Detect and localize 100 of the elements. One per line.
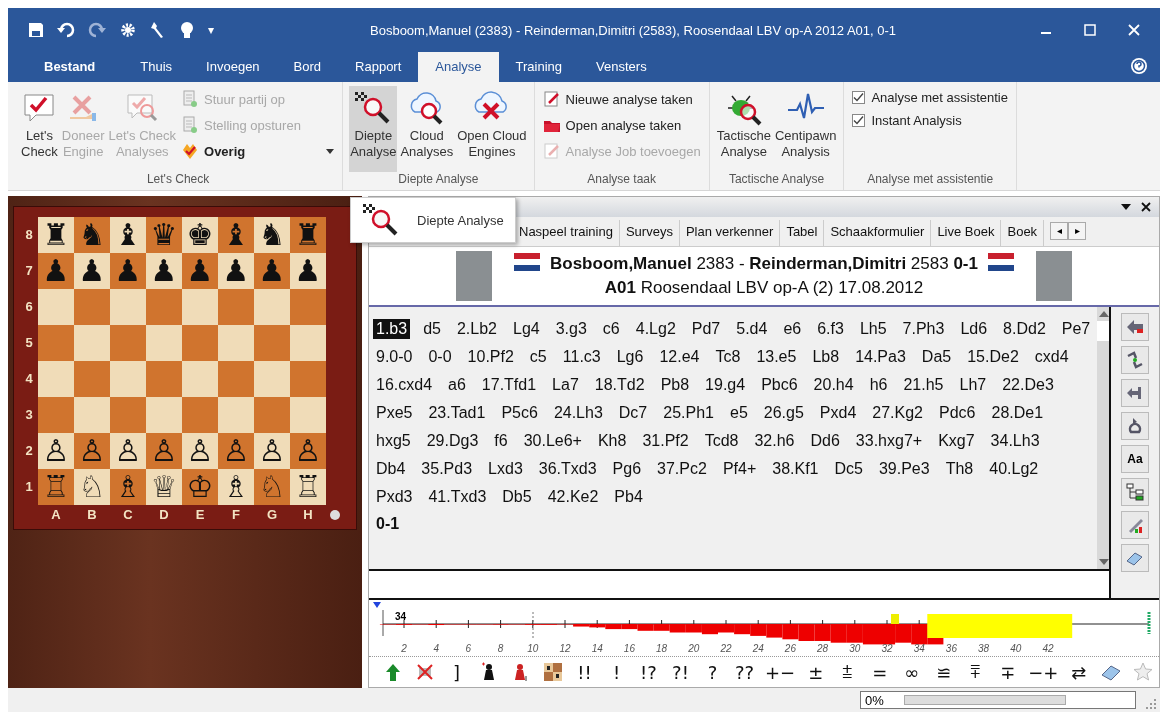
move[interactable]: 22.De3: [999, 374, 1057, 395]
move[interactable]: Tc8: [712, 346, 744, 367]
move[interactable]: 40.Lg2: [986, 458, 1042, 479]
ribbon-tab[interactable]: Invoegen: [189, 52, 277, 82]
move[interactable]: Lxd3: [485, 458, 526, 479]
move[interactable]: 24.Lh3: [550, 402, 606, 423]
move[interactable]: 23.Tad1: [425, 402, 489, 423]
ribbon-tab[interactable]: Bestand: [28, 52, 124, 82]
font-button[interactable]: Aa: [1121, 444, 1149, 473]
checkbox-option[interactable]: Instant Analysis: [850, 111, 1010, 130]
move[interactable]: 4.Lg2: [632, 318, 679, 339]
move[interactable]: 21.h5: [900, 374, 947, 395]
checkbox[interactable]: [852, 114, 866, 127]
move[interactable]: 28.De1: [988, 402, 1047, 423]
ribbon-tab[interactable]: Rapport: [338, 52, 419, 82]
move[interactable]: 11.c3: [559, 346, 604, 367]
move[interactable]: Pf4+: [719, 458, 760, 479]
move[interactable]: 31.Pf2: [639, 430, 692, 451]
ribbon-button[interactable]: Nieuwe analyse taken: [540, 88, 703, 110]
move[interactable]: Pxe5: [373, 402, 416, 423]
move[interactable]: e6: [780, 318, 805, 339]
move[interactable]: 30.Le6+: [520, 430, 585, 451]
arrow-left-icon[interactable]: [1121, 312, 1149, 341]
ribbon-button[interactable]: Cloud Analyses: [399, 86, 455, 172]
move[interactable]: 27.Kg2: [869, 402, 926, 423]
move[interactable]: 12.e4: [656, 346, 703, 367]
ribbon-tab[interactable]: Thuis: [123, 52, 190, 82]
lightbulb-icon[interactable]: [179, 21, 195, 39]
move[interactable]: a6: [445, 374, 469, 395]
scroll-down-icon[interactable]: [1099, 558, 1110, 565]
eraser-icon[interactable]: [1121, 543, 1149, 572]
move[interactable]: Pb8: [657, 374, 693, 395]
move[interactable]: 39.Pe3: [875, 458, 933, 479]
move[interactable]: Db4: [373, 458, 409, 479]
current-move-marker-icon[interactable]: [373, 602, 381, 609]
move[interactable]: 17.Tfd1: [478, 374, 540, 395]
move[interactable]: Lh7: [956, 374, 990, 395]
move[interactable]: 1.b3: [373, 318, 411, 339]
move[interactable]: 8.Dd2: [1000, 318, 1049, 339]
ribbon-button[interactable]: Tactische Analyse: [715, 86, 772, 172]
move[interactable]: 13.e5: [753, 346, 800, 367]
move[interactable]: Pbc6: [758, 374, 801, 395]
save-icon[interactable]: [28, 22, 44, 38]
move[interactable]: 9.0-0: [373, 346, 416, 367]
ribbon-button[interactable]: Overig: [179, 140, 337, 162]
scroll-up-icon[interactable]: [1099, 310, 1110, 317]
move[interactable]: 19.g4: [702, 374, 749, 395]
help-icon[interactable]: [1130, 57, 1148, 75]
move[interactable]: Tcd8: [701, 430, 742, 451]
move[interactable]: 16.cxd4: [373, 374, 436, 395]
checkbox-option[interactable]: Analyse met assistentie: [850, 88, 1010, 107]
move[interactable]: Kxg7: [935, 430, 978, 451]
ribbon-button[interactable]: Open analyse taken: [540, 114, 703, 136]
tree-icon[interactable]: [1121, 477, 1149, 506]
move[interactable]: Pg6: [609, 458, 645, 479]
tab-scroll-button[interactable]: ◂: [1050, 221, 1069, 240]
move[interactable]: 33.hxg7+: [852, 430, 926, 451]
move[interactable]: 5.d4: [733, 318, 771, 339]
move[interactable]: 38.Kf1: [769, 458, 822, 479]
move[interactable]: d5: [420, 318, 444, 339]
move[interactable]: 18.Td2: [591, 374, 648, 395]
move[interactable]: h6: [866, 374, 891, 395]
move[interactable]: c6: [599, 318, 623, 339]
panel-tab[interactable]: Plan verkenner: [679, 219, 781, 246]
move[interactable]: 7.Ph3: [899, 318, 948, 339]
move[interactable]: 42.Ke2: [544, 486, 602, 507]
move[interactable]: Pd7: [688, 318, 724, 339]
move[interactable]: Th8: [942, 458, 977, 479]
move[interactable]: Pe7: [1058, 318, 1094, 339]
ribbon-button[interactable]: Open Cloud Engines: [456, 86, 528, 172]
move[interactable]: 3.g3: [552, 318, 590, 339]
move[interactable]: 20.h4: [810, 374, 857, 395]
resize-grip-icon[interactable]: [1146, 699, 1156, 709]
wrench-icon[interactable]: [150, 21, 166, 39]
panel-tab[interactable]: Boek: [1001, 219, 1045, 246]
move[interactable]: Ld6: [957, 318, 991, 339]
move[interactable]: Kh8: [594, 430, 630, 451]
move[interactable]: 14.Pa3: [852, 346, 909, 367]
move[interactable]: e5: [727, 402, 751, 423]
customize-quick-access[interactable]: ▾: [208, 23, 214, 37]
dropdown-icon[interactable]: [1121, 202, 1131, 211]
move[interactable]: cxd4: [1031, 346, 1072, 367]
panel-tab[interactable]: Tabel: [780, 219, 825, 246]
move[interactable]: Pxd4: [816, 402, 860, 423]
panel-tab[interactable]: Schaakformulier: [824, 219, 932, 246]
pen-chart-icon[interactable]: [1121, 510, 1149, 539]
panel-tab[interactable]: Live Boek: [931, 219, 1002, 246]
ribbon-button[interactable]: Let's Check: [20, 86, 59, 172]
ribbon-button[interactable]: Diepte Analyse: [349, 86, 398, 172]
cross-arrows-icon[interactable]: [1121, 378, 1149, 407]
move[interactable]: 36.Txd3: [535, 458, 600, 479]
move[interactable]: 2.Lb2: [453, 318, 500, 339]
move[interactable]: Lb8: [809, 346, 843, 367]
move[interactable]: Da5: [918, 346, 955, 367]
move[interactable]: Dc5: [831, 458, 866, 479]
move[interactable]: 29.Dg3: [423, 430, 482, 451]
move[interactable]: Db5: [499, 486, 535, 507]
tab-scroll-button[interactable]: ▸: [1068, 221, 1087, 240]
move[interactable]: Pdc6: [936, 402, 979, 423]
move[interactable]: Pb4: [611, 486, 646, 507]
